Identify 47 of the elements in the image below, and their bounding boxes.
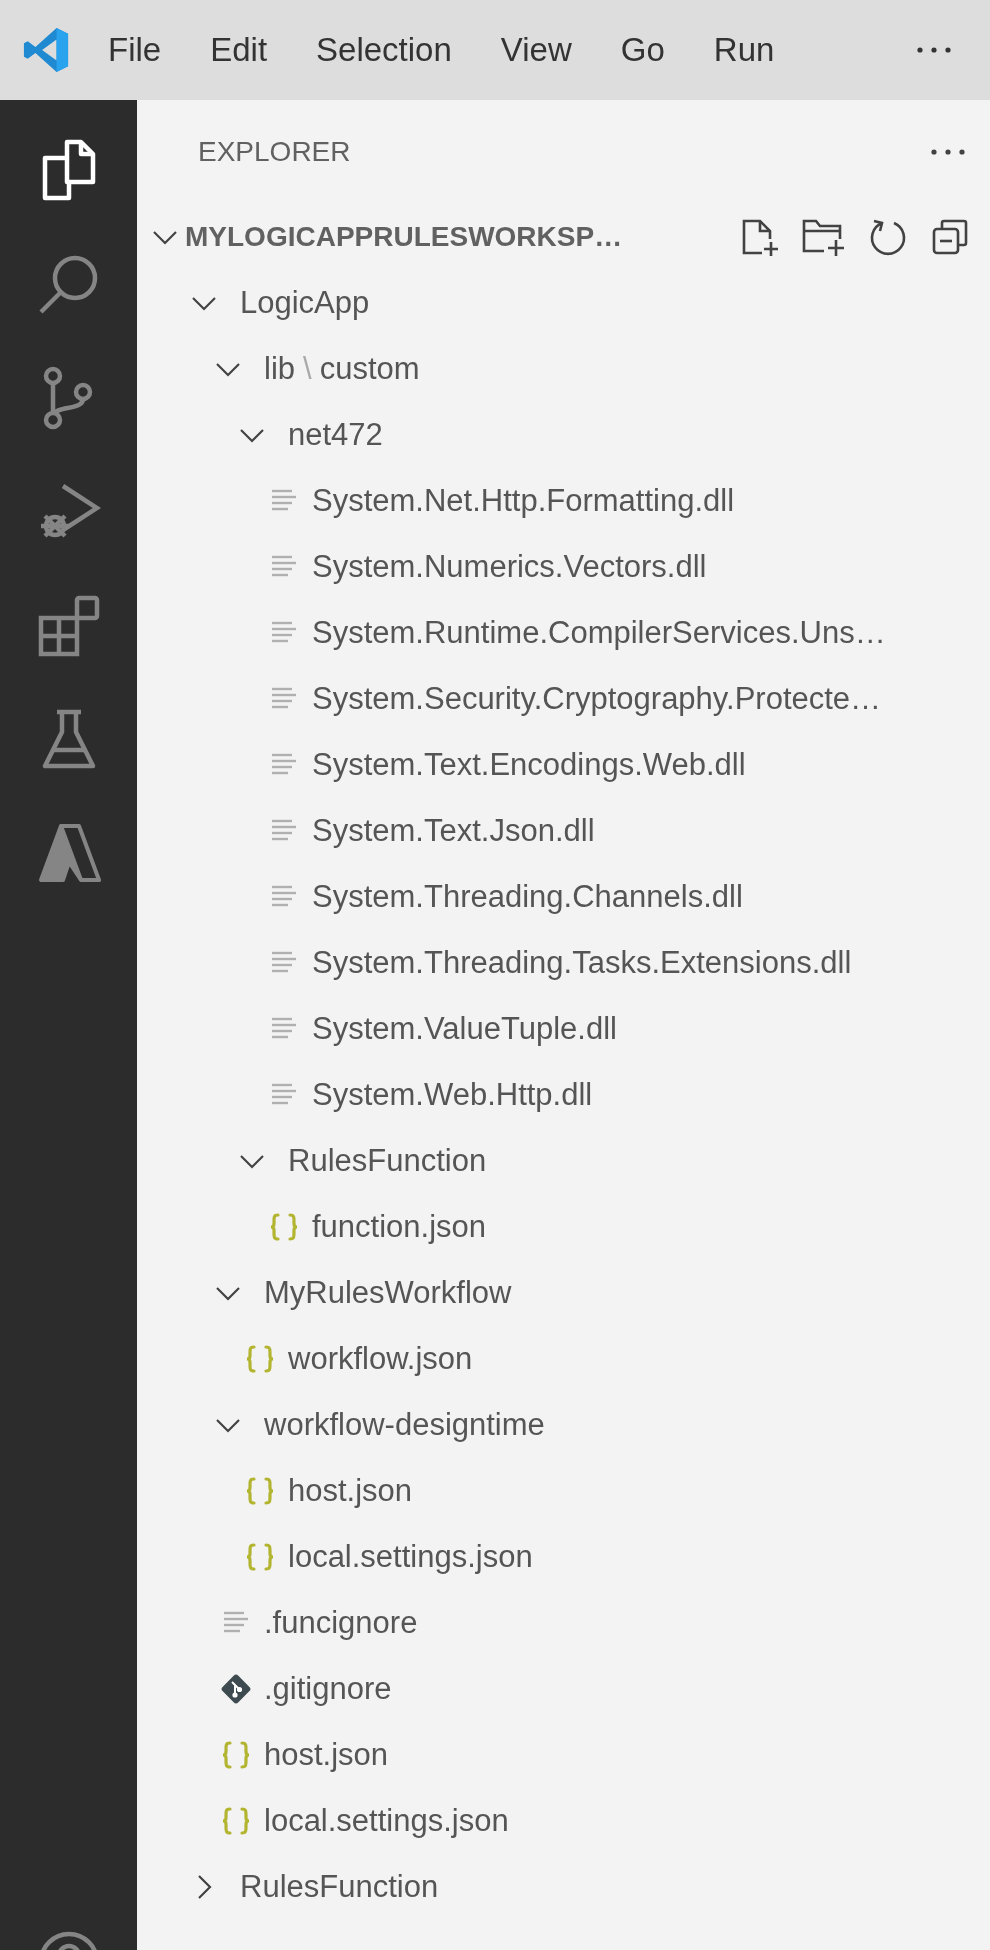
tree-item[interactable]: System.Numerics.Vectors.dll bbox=[137, 534, 990, 600]
tree-item[interactable]: MyRulesWorkflow bbox=[137, 1260, 990, 1326]
tree-item[interactable]: System.Text.Json.dll bbox=[137, 798, 990, 864]
braces-icon bbox=[268, 1211, 300, 1243]
menu-item[interactable]: Run bbox=[713, 31, 775, 69]
extensions-icon[interactable] bbox=[36, 594, 101, 658]
tree-item[interactable]: System.Runtime.CompilerServices.Uns… bbox=[137, 600, 990, 666]
collapse-all-icon[interactable] bbox=[930, 217, 970, 257]
tree-item[interactable]: System.Text.Encodings.Web.dll bbox=[137, 732, 990, 798]
menu-item[interactable]: View bbox=[500, 31, 572, 69]
app-logo-icon bbox=[22, 26, 70, 74]
tree-item[interactable]: LogicApp bbox=[137, 270, 990, 336]
menu-item[interactable]: Edit bbox=[210, 31, 268, 69]
new-folder-icon[interactable] bbox=[802, 217, 846, 257]
workspace-header[interactable]: MYLOGICAPPRULESWORKSP… bbox=[137, 221, 623, 253]
tree-item[interactable]: workflow.json bbox=[137, 1326, 990, 1392]
refresh-icon[interactable] bbox=[868, 217, 908, 257]
tree-item[interactable]: RulesFunction bbox=[137, 1854, 990, 1920]
more-icon[interactable] bbox=[916, 46, 952, 54]
braces-icon bbox=[244, 1541, 276, 1573]
tree-item[interactable]: host.json bbox=[137, 1458, 990, 1524]
braces-icon bbox=[220, 1739, 252, 1771]
tree-item[interactable]: function.json bbox=[137, 1194, 990, 1260]
menu-item[interactable]: Go bbox=[620, 31, 665, 69]
tree-item[interactable]: workflow-designtime bbox=[137, 1392, 990, 1458]
tree-item[interactable]: host.json bbox=[137, 1722, 990, 1788]
tree-item[interactable]: lib \ custom bbox=[137, 336, 990, 402]
braces-icon bbox=[244, 1343, 276, 1375]
tree-item[interactable]: .gitignore bbox=[137, 1656, 990, 1722]
tree-item[interactable]: local.settings.json bbox=[137, 1524, 990, 1590]
tree-item[interactable]: RulesFunction bbox=[137, 1128, 990, 1194]
braces-icon bbox=[220, 1805, 252, 1837]
panel-title: EXPLORER bbox=[198, 136, 351, 168]
tree-item[interactable]: System.Threading.Channels.dll bbox=[137, 864, 990, 930]
braces-icon bbox=[244, 1475, 276, 1507]
tree-item[interactable]: System.Security.Cryptography.Protecte… bbox=[137, 666, 990, 732]
tree-item[interactable]: net472 bbox=[137, 402, 990, 468]
tree-item[interactable]: System.Net.Http.Formatting.dll bbox=[137, 468, 990, 534]
tree-item[interactable]: .funcignore bbox=[137, 1590, 990, 1656]
new-file-icon[interactable] bbox=[740, 217, 780, 257]
tree-item[interactable]: System.ValueTuple.dll bbox=[137, 996, 990, 1062]
more-icon[interactable] bbox=[930, 148, 966, 156]
menu-item[interactable]: Selection bbox=[316, 31, 452, 69]
tree-item[interactable]: System.Threading.Tasks.Extensions.dll bbox=[137, 930, 990, 996]
menu-item[interactable]: File bbox=[108, 31, 162, 69]
tree-item[interactable]: local.settings.json bbox=[137, 1788, 990, 1854]
tree-item[interactable]: System.Web.Http.dll bbox=[137, 1062, 990, 1128]
